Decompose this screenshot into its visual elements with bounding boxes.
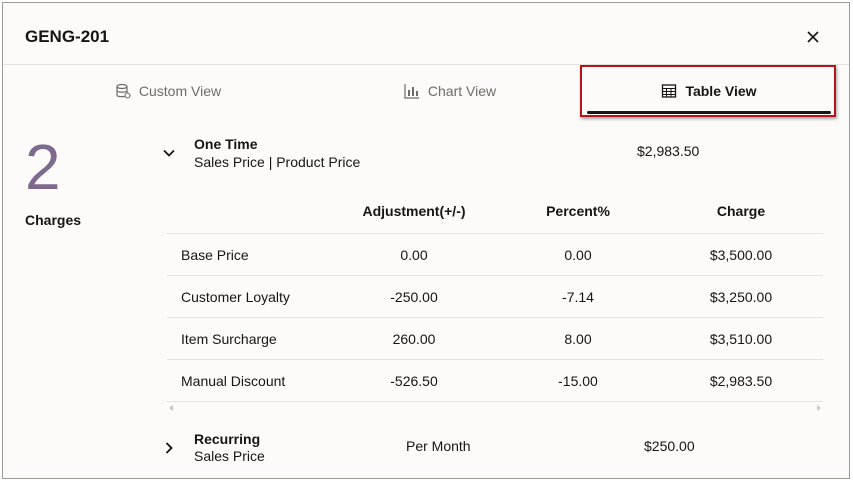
collapse-one-time-button[interactable]	[161, 145, 177, 161]
group-title: Recurring	[194, 431, 261, 447]
percent-cell: -7.14	[562, 289, 594, 305]
tab-label: Chart View	[427, 83, 497, 99]
table-row: Manual Discount -526.50 -15.00 $2,983.50	[167, 359, 823, 401]
group-subtitle: Sales Price | Product Price	[194, 154, 361, 170]
horizontal-scrollbar[interactable]	[167, 401, 823, 411]
table-row: Customer Loyalty -250.00 -7.14 $3,250.00	[167, 275, 823, 317]
charge-cell: $3,500.00	[709, 247, 773, 263]
active-tab-indicator	[587, 111, 831, 114]
column-header-adjustment: Adjustment(+/-)	[362, 203, 466, 219]
charges-dialog: GENG-201 Custom View Chart View Table Vi…	[2, 2, 850, 479]
close-icon	[807, 31, 819, 43]
group-amount: $2,983.50	[637, 143, 700, 159]
dialog-header: GENG-201	[3, 3, 849, 65]
row-label: Manual Discount	[181, 373, 286, 389]
scroll-right-icon[interactable]	[817, 405, 821, 411]
database-icon	[115, 83, 131, 99]
row-label: Base Price	[181, 247, 249, 263]
column-header-charge: Charge	[716, 203, 766, 219]
dialog-title: GENG-201	[25, 27, 110, 46]
tab-table-view[interactable]: Table View	[587, 65, 831, 117]
charges-count: 2	[25, 131, 61, 203]
charge-cell: $3,510.00	[709, 331, 773, 347]
percent-cell: 8.00	[564, 331, 592, 347]
group-title: One Time	[194, 136, 258, 152]
chevron-down-icon	[163, 149, 175, 157]
adjustment-cell: -250.00	[390, 289, 438, 305]
bar-chart-icon	[404, 83, 420, 99]
group-period: Per Month	[406, 438, 471, 454]
charges-label: Charges	[25, 212, 82, 228]
adjustment-cell: 0.00	[400, 247, 428, 263]
table-row: Item Surcharge 260.00 8.00 $3,510.00	[167, 317, 823, 359]
adjustment-cell: 260.00	[392, 331, 436, 347]
group-amount: $250.00	[644, 438, 695, 454]
tab-label: Table View	[685, 83, 757, 99]
row-label: Customer Loyalty	[181, 289, 290, 305]
percent-cell: 0.00	[564, 247, 592, 263]
chevron-right-icon	[165, 442, 173, 454]
group-subtitle: Sales Price	[194, 448, 265, 464]
scroll-left-icon[interactable]	[169, 405, 173, 411]
adjustment-cell: -526.50	[390, 373, 438, 389]
column-header-percent: Percent%	[546, 203, 610, 219]
close-button[interactable]	[801, 25, 825, 49]
table-row: Base Price 0.00 0.00 $3,500.00	[167, 233, 823, 275]
expand-recurring-button[interactable]	[161, 440, 177, 456]
tab-chart-view[interactable]: Chart View	[285, 65, 615, 117]
table-icon	[661, 83, 677, 99]
row-label: Item Surcharge	[181, 331, 277, 347]
charge-cell: $3,250.00	[709, 289, 773, 305]
percent-cell: -15.00	[558, 373, 598, 389]
tab-custom-view[interactable]: Custom View	[3, 65, 333, 117]
charge-cell: $2,983.50	[709, 373, 773, 389]
tab-label: Custom View	[138, 83, 222, 99]
